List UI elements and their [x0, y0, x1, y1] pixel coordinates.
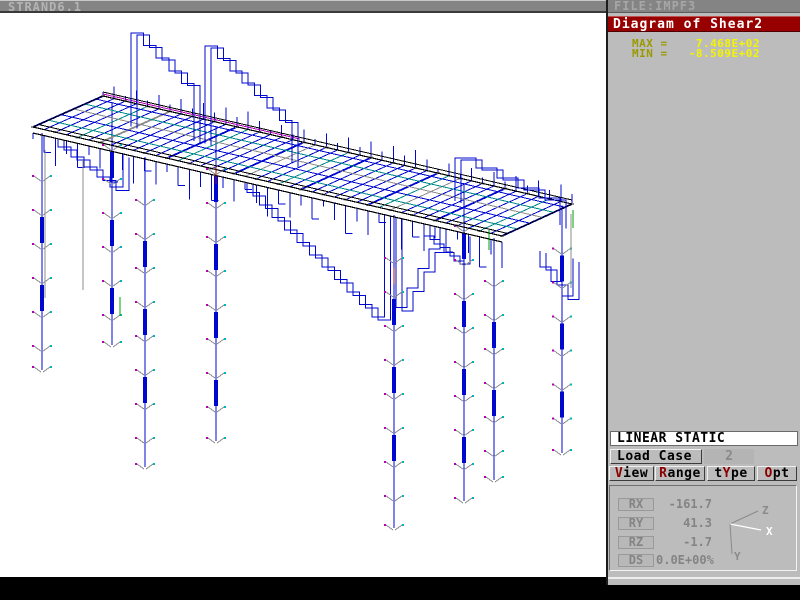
model-viewport[interactable] — [0, 13, 606, 577]
analysis-type-field: LINEAR STATIC — [610, 431, 798, 446]
load-case-button[interactable]: Load Case — [610, 449, 702, 464]
rx-value: -161.7 — [656, 498, 712, 511]
ds-value: 0.0E+00% — [656, 554, 712, 567]
file-label: FILE:IMPF3 — [614, 0, 696, 13]
svg-text:X: X — [766, 525, 773, 538]
ry-label: RY — [618, 517, 654, 530]
file-title-bar: FILE:IMPF3 — [608, 0, 800, 13]
app-title-bar: STRAND6.1 — [0, 0, 606, 13]
axis-triad-icon: Z X Y — [716, 494, 790, 562]
rotation-readout-panel: RX -161.7 RY 41.3 RZ -1.7 DS 0.0E+00% Z … — [609, 485, 797, 571]
panel-bottom-highlight — [608, 577, 800, 579]
app-title: STRAND6.1 — [8, 0, 82, 14]
min-row: MIN = -8.509E+02 — [608, 48, 800, 59]
options-button[interactable]: Opt — [757, 466, 797, 481]
rz-label: RZ — [618, 536, 654, 549]
control-panel: FILE:IMPF3 Diagram of Shear2 MAX = 7.468… — [606, 0, 800, 585]
rz-value: -1.7 — [656, 536, 712, 549]
min-value: -8.509E+02 — [660, 48, 760, 59]
diagram-title: Diagram of Shear2 — [613, 17, 763, 32]
type-button[interactable]: tYpe — [707, 466, 755, 481]
rx-label: RX — [618, 498, 654, 511]
ds-label: DS — [618, 554, 654, 567]
diagram-header: Diagram of Shear2 — [608, 16, 800, 32]
svg-text:Z: Z — [762, 504, 769, 517]
range-button[interactable]: Range — [655, 466, 705, 481]
view-button[interactable]: View — [609, 466, 654, 481]
svg-text:Y: Y — [734, 550, 741, 562]
load-case-value[interactable]: 2 — [704, 449, 754, 464]
ry-value: 41.3 — [656, 517, 712, 530]
